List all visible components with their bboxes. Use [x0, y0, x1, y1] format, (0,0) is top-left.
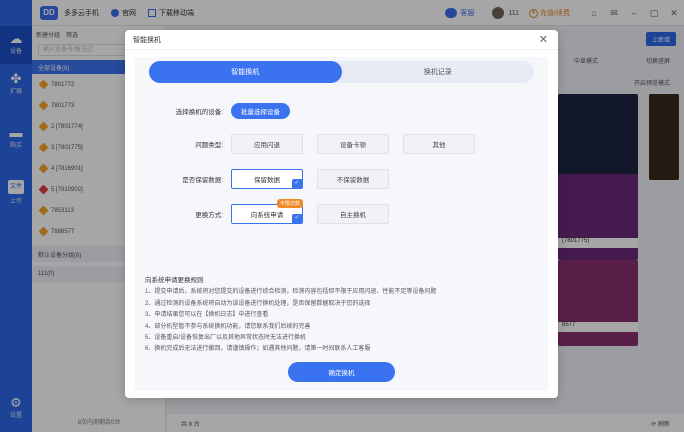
batch-select-device-button[interactable]: 批量选择设备	[231, 103, 290, 119]
keep-data-option-yes[interactable]: 保留数据	[231, 169, 303, 189]
select-device-label: 选择换机的设备:	[175, 109, 223, 116]
method-option-self-switch[interactable]: 自主换机	[317, 204, 389, 224]
rule-item: 3、申请结果您可以在【换机日志】中进行查看	[145, 312, 269, 319]
rule-item: 5、设备重启/设备恢复出厂以及其他异常状态时无法进行换机	[145, 335, 307, 342]
tab-switch-records[interactable]: 换机记录	[342, 61, 535, 83]
rule-item: 2、通过检测的设备系统将自动为该设备进行换机处理，是否保留数据取决于您的选择	[145, 300, 371, 307]
problem-option-other[interactable]: 其他	[403, 134, 475, 154]
rule-item: 1、提交申请后，系统将对您提交的设备进行综合检测，检测内容包括但不限于应用闪退、…	[145, 289, 437, 296]
rule-item: 6、换机完成后无法进行撤回，请谨慎操作；如遇其他问题，请第一时间联系人工客服	[145, 346, 371, 353]
problem-option-app-crash[interactable]: 应用闪退	[231, 134, 303, 154]
confirm-switch-button[interactable]: 确定换机	[288, 362, 395, 382]
rules-section: 向系统申请更换规则 1、提交申请后，系统将对您提交的设备进行综合检测，检测内容包…	[145, 275, 540, 356]
method-option-apply-system[interactable]: 向系统申请 不限次数	[231, 199, 303, 224]
dialog-tabs: 智能换机 换机记录	[149, 61, 534, 83]
smart-switch-dialog: 智能换机 ✕ 智能换机 换机记录 选择换机的设备: 批量选择设备 问题类型: 应…	[125, 30, 558, 398]
tab-smart-switch[interactable]: 智能换机	[149, 61, 342, 83]
dialog-body: 智能换机 换机记录 选择换机的设备: 批量选择设备 问题类型: 应用闪退 设备卡…	[135, 57, 548, 391]
rule-item: 4、部分机型暂不参与系统换机功能，请您联系我们后续的完善	[145, 323, 311, 330]
unlimited-badge: 不限次数	[276, 199, 303, 208]
problem-type-label: 问题类型:	[195, 142, 223, 149]
keep-data-label: 是否保留数据:	[182, 177, 223, 184]
problem-option-device-lag[interactable]: 设备卡顿	[317, 134, 389, 154]
close-icon[interactable]: ✕	[539, 33, 548, 46]
keep-data-option-no[interactable]: 不保留数据	[317, 169, 389, 189]
rules-title: 向系统申请更换规则	[145, 277, 204, 284]
switch-method-label: 更换方式:	[195, 212, 223, 219]
dialog-title: 智能换机	[133, 36, 161, 44]
